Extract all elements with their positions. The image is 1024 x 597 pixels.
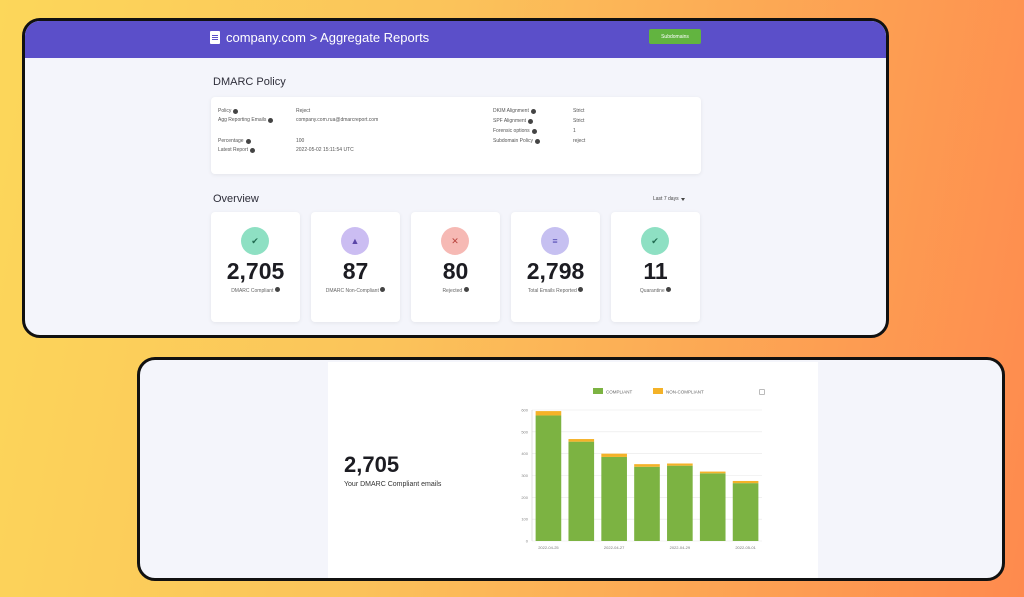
stat-label: Total Emails Reported	[519, 287, 592, 296]
policy-card: Policy Reject Agg Reporting Emails company…	[211, 97, 701, 174]
help-icon[interactable]	[531, 128, 537, 134]
list-icon: ≡	[541, 227, 569, 255]
bar-non-compliant	[634, 464, 660, 467]
policy-label: Forensic options	[493, 128, 530, 134]
stat-label-text: DMARC Non-Compliant	[325, 288, 379, 294]
x-tick-label: 2022-04-29	[670, 545, 691, 550]
legend-swatch	[653, 388, 663, 394]
help-icon[interactable]	[245, 138, 251, 144]
compliant-total: 2,705	[344, 452, 400, 477]
policy-value: 1	[573, 128, 576, 134]
date-range-dropdown[interactable]: Last 7 days	[653, 196, 685, 202]
stat-label: Quarantine	[619, 287, 692, 296]
stat-label: DMARC Non-Compliant	[319, 287, 392, 296]
policy-label: Latest Report	[218, 147, 249, 153]
policy-title: DMARC Policy	[213, 76, 286, 88]
y-tick-label: 600	[521, 408, 528, 413]
policy-value: Reject	[296, 108, 311, 114]
y-tick-label: 500	[521, 429, 528, 434]
help-icon[interactable]	[250, 147, 256, 153]
help-icon[interactable]	[578, 287, 584, 292]
stat-value: 11	[643, 258, 668, 284]
policy-label: Agg Reporting Emails	[218, 117, 267, 123]
bar-compliant	[732, 483, 759, 541]
stat-label-text: DMARC Compliant	[231, 288, 274, 294]
policy-value: company.com.rua@dmarcreport.com	[296, 117, 379, 123]
stat-label-text: Quarantine	[639, 288, 665, 294]
stat-label: DMARC Compliant	[219, 287, 292, 296]
help-icon[interactable]	[528, 118, 534, 124]
stat-card-non-compliant[interactable]: ▲ 87 DMARC Non-Compliant	[311, 212, 400, 322]
check-icon: ✔	[641, 227, 669, 255]
breadcrumb-text[interactable]: company.com > Aggregate Reports	[226, 30, 429, 45]
subdomains-button[interactable]: Subdomains	[649, 29, 701, 44]
policy-label: DKIM Alignment	[493, 108, 529, 114]
bar-compliant	[601, 456, 627, 541]
policy-value: Strict	[573, 118, 585, 124]
y-tick-label: 300	[521, 473, 528, 478]
help-icon[interactable]	[233, 108, 239, 114]
stat-label-text: Rejected	[442, 288, 463, 294]
stat-label-text: Total Emails Reported	[527, 288, 577, 294]
stat-card-rejected[interactable]: ✕ 80 Rejected	[411, 212, 500, 322]
policy-label: Percentage	[218, 138, 244, 144]
policy-value: reject	[573, 138, 586, 144]
stat-card-quarantine[interactable]: ✔ 11 Quarantine	[611, 212, 700, 322]
bar-non-compliant	[699, 471, 726, 474]
help-icon[interactable]	[535, 138, 541, 144]
bar-compliant	[634, 466, 660, 541]
x-tick-label: 2022-04-25	[538, 545, 559, 550]
x-icon: ✕	[441, 227, 469, 255]
help-icon[interactable]	[268, 117, 274, 123]
help-icon[interactable]	[530, 108, 536, 114]
policy-label: Subdomain Policy	[493, 138, 534, 144]
compliant-caption: Your DMARC Compliant emails	[344, 481, 442, 488]
y-tick-label: 400	[521, 451, 528, 456]
bar-compliant	[667, 465, 693, 541]
breadcrumb: company.com > Aggregate Reports	[210, 30, 429, 45]
date-range-value: Last 7 days	[653, 196, 679, 202]
policy-value: 100	[296, 138, 305, 144]
dashboard-window: company.com > Aggregate Reports Subdomai…	[22, 18, 889, 338]
warning-icon: ▲	[341, 227, 369, 255]
stat-value: 2,705	[226, 258, 285, 284]
y-tick-label: 100	[521, 517, 528, 522]
x-tick-label: 2022-05-01	[735, 545, 756, 550]
bar-compliant	[535, 415, 562, 541]
chevron-down-icon	[680, 197, 685, 201]
stat-value: 2,798	[526, 258, 585, 284]
bar-non-compliant	[601, 453, 627, 457]
stat-label: Rejected	[419, 287, 492, 296]
bar-non-compliant	[568, 439, 595, 442]
legend-swatch	[593, 388, 603, 394]
overview-title: Overview	[213, 193, 259, 205]
app-header: company.com > Aggregate Reports Subdomai…	[25, 21, 886, 58]
stat-card-total[interactable]: ≡ 2,798 Total Emails Reported	[511, 212, 600, 322]
stat-value: 87	[342, 258, 369, 284]
bar-non-compliant	[667, 463, 693, 466]
help-icon[interactable]	[666, 287, 672, 292]
policy-label: SPF Alignment	[493, 118, 527, 124]
document-icon	[210, 31, 220, 44]
bar-compliant	[568, 441, 595, 541]
stat-value: 80	[442, 258, 469, 284]
legend-label: NON-COMPLIANT	[666, 390, 704, 395]
bar-non-compliant	[535, 411, 562, 416]
x-tick-label: 2022-04-27	[604, 545, 625, 550]
check-icon: ✔	[241, 227, 269, 255]
bar-compliant	[699, 473, 726, 541]
bar-non-compliant	[732, 480, 759, 484]
stat-card-compliant[interactable]: ✔ 2,705 DMARC Compliant	[211, 212, 300, 322]
compliance-bar-chart: COMPLIANT NON-COMPLIANT 0 100 200 300 400 500 60…	[521, 388, 762, 550]
chart-window: 2,705 Your DMARC Compliant emails COMPLI…	[137, 357, 1005, 581]
help-icon[interactable]	[274, 287, 280, 292]
policy-label: Policy	[218, 108, 232, 114]
policy-value: Strict	[573, 108, 585, 114]
legend-label: COMPLIANT	[606, 390, 633, 395]
help-icon[interactable]	[463, 287, 469, 292]
y-tick-label: 0	[526, 539, 529, 544]
policy-value: 2022-05-02 15:11:54 UTC	[296, 147, 354, 153]
y-tick-label: 200	[521, 495, 528, 500]
help-icon[interactable]	[380, 287, 386, 292]
